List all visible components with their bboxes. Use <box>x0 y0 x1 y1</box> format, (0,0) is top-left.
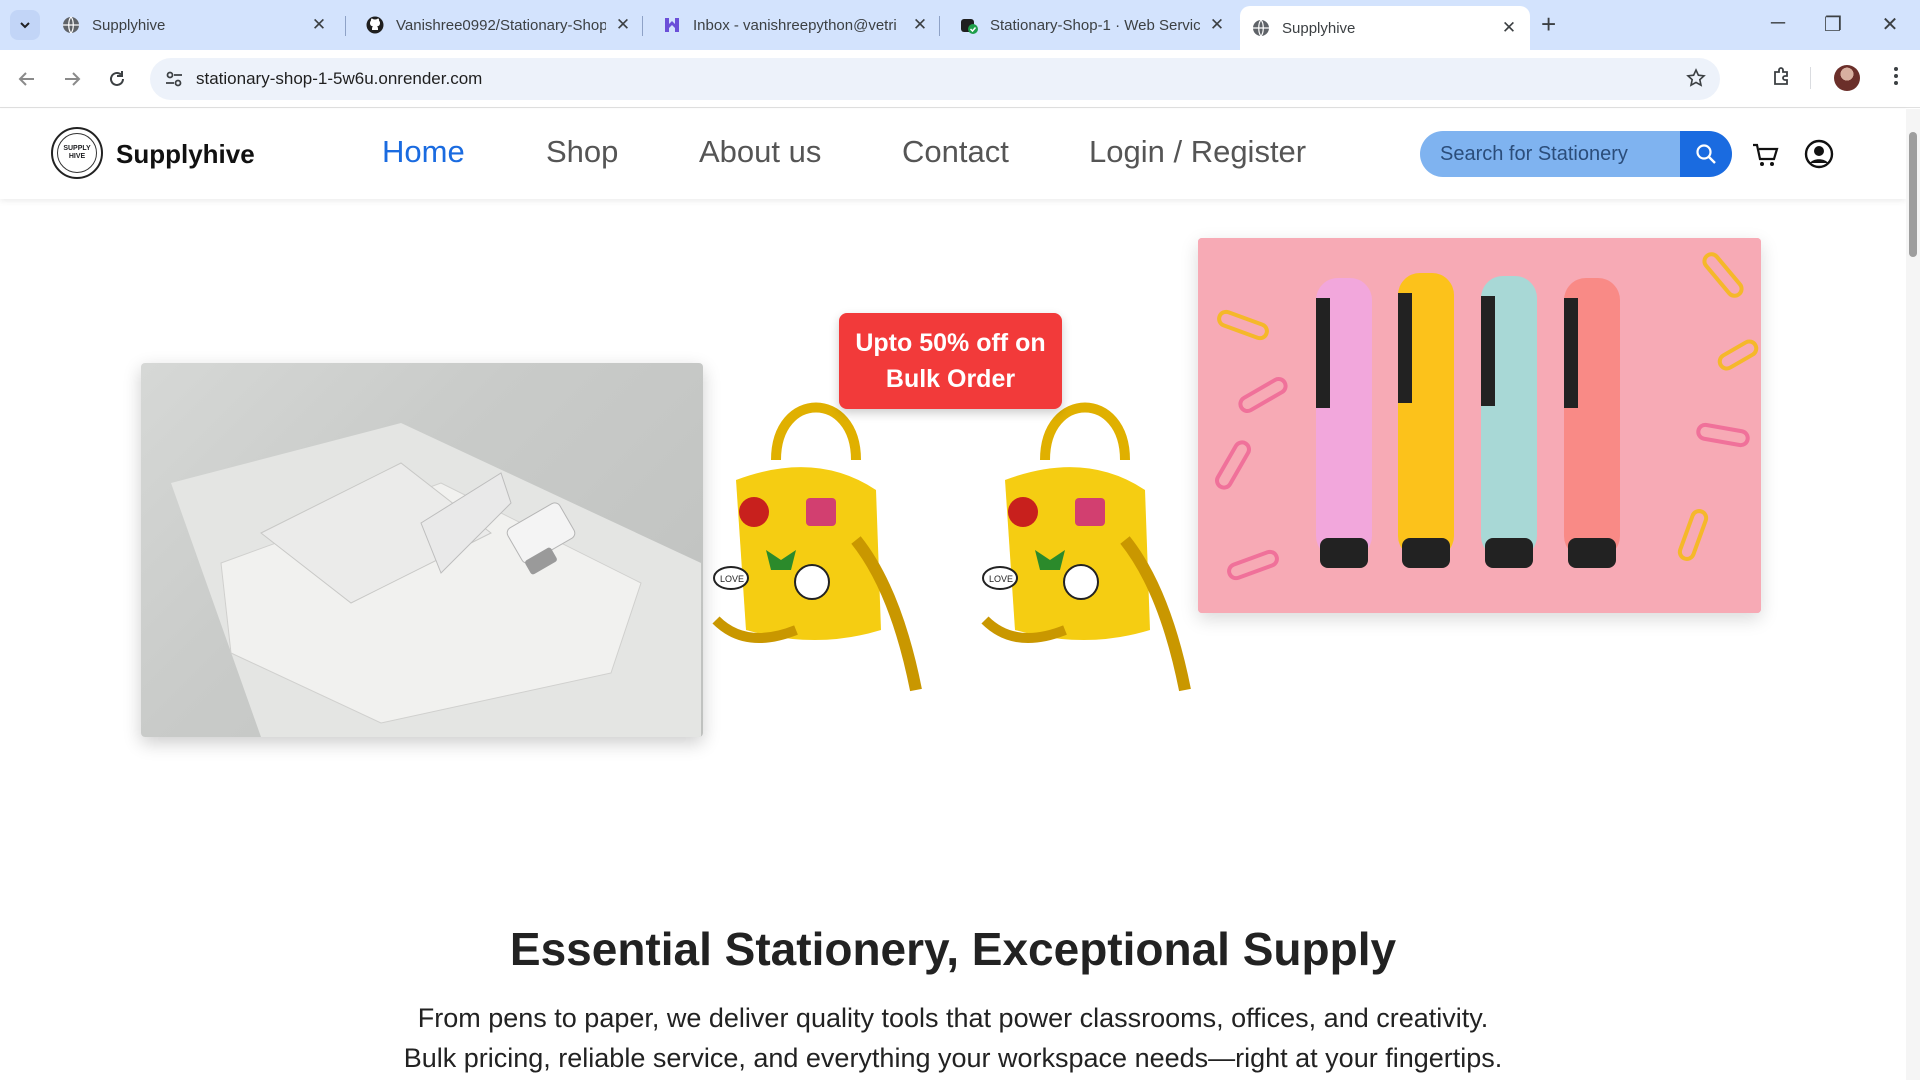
close-tab-icon[interactable]: ✕ <box>1500 18 1518 38</box>
hero-image-notebook <box>141 363 703 737</box>
close-tab-icon[interactable]: ✕ <box>911 15 929 35</box>
backpack-image: LOVE <box>975 390 1195 705</box>
render-icon <box>960 16 978 34</box>
browser-tab[interactable]: Vanishree0992/Stationary-Shop ✕ <box>354 7 644 43</box>
logo-text-top: SUPPLY <box>63 145 91 152</box>
account-icon[interactable] <box>1804 139 1834 174</box>
logo-text-bottom: HIVE <box>68 153 86 160</box>
profile-avatar[interactable] <box>1834 65 1860 91</box>
extensions-icon[interactable] <box>1771 65 1793 92</box>
browser-tab[interactable]: Stationary-Shop-1 · Web Servic ✕ <box>948 7 1238 43</box>
nav-login-register[interactable]: Login / Register <box>1089 134 1306 170</box>
nav-home[interactable]: Home <box>382 134 465 170</box>
badge-line-2: Bulk Order <box>885 365 1016 393</box>
close-window-icon[interactable]: ✕ <box>1870 12 1910 37</box>
globe-icon <box>62 16 80 34</box>
mail-icon <box>663 16 681 34</box>
nav-about[interactable]: About us <box>699 134 821 170</box>
close-tab-icon[interactable]: ✕ <box>1208 15 1226 35</box>
intro-line-2: Bulk pricing, reliable service, and ever… <box>403 1043 1503 1073</box>
search-form <box>1420 131 1732 177</box>
site-info-icon[interactable] <box>164 69 184 94</box>
close-tab-icon[interactable]: ✕ <box>310 15 328 35</box>
tab-title: Inbox - vanishreepython@vetri <box>693 16 897 34</box>
intro-line-1: From pens to paper, we deliver quality t… <box>417 1003 1489 1033</box>
search-icon <box>1696 144 1716 164</box>
cart-icon[interactable] <box>1751 141 1779 174</box>
site-logo[interactable]: SUPPLY HIVE <box>51 127 103 179</box>
forward-icon[interactable] <box>57 64 87 94</box>
bag-sticker-text: LOVE <box>989 574 1013 584</box>
nav-shop[interactable]: Shop <box>546 134 618 170</box>
tab-title: Stationary-Shop-1 · Web Servic <box>990 16 1200 34</box>
scrollbar-thumb[interactable] <box>1909 132 1917 257</box>
toolbar-divider <box>1810 67 1811 89</box>
more-menu-icon[interactable] <box>1885 65 1907 92</box>
globe-icon <box>1252 19 1270 37</box>
minimize-icon[interactable]: ─ <box>1758 12 1798 35</box>
tab-title: Supplyhive <box>92 16 166 34</box>
browser-tab[interactable]: Inbox - vanishreepython@vetri ✕ <box>651 7 941 43</box>
restore-icon[interactable]: ❐ <box>1813 12 1853 37</box>
tab-divider <box>642 16 643 36</box>
nav-contact[interactable]: Contact <box>902 134 1009 170</box>
reload-icon[interactable] <box>102 64 132 94</box>
tab-search-button[interactable] <box>10 10 40 40</box>
back-icon[interactable] <box>12 64 42 94</box>
bookmark-star-icon[interactable] <box>1686 68 1706 93</box>
tab-title: Vanishree0992/Stationary-Shop <box>396 16 606 34</box>
site-header: SUPPLY HIVE Supplyhive Home Shop About us… <box>0 109 1906 199</box>
search-input[interactable] <box>1420 131 1690 177</box>
close-tab-icon[interactable]: ✕ <box>614 15 632 35</box>
github-icon <box>366 16 384 34</box>
tab-strip: Supplyhive ✕ Vanishree0992/Stationary-Sh… <box>0 0 1920 50</box>
browser-tab[interactable]: Supplyhive ✕ <box>50 7 340 43</box>
bag-sticker-text: LOVE <box>720 574 744 584</box>
search-button[interactable] <box>1680 131 1732 177</box>
badge-line-1: Upto 50% off on <box>855 329 1046 357</box>
tab-divider <box>939 16 940 36</box>
backpack-image: LOVE <box>706 390 926 705</box>
browser-toolbar: stationary-shop-1-5w6u.onrender.com <box>0 50 1920 108</box>
brand-name[interactable]: Supplyhive <box>116 139 255 170</box>
logo-mark: SUPPLY HIVE <box>57 133 97 173</box>
tab-title: Supplyhive <box>1282 19 1356 37</box>
bulk-offer-badge: Upto 50% off on Bulk Order <box>839 313 1062 409</box>
address-bar[interactable]: stationary-shop-1-5w6u.onrender.com <box>150 58 1720 100</box>
browser-tab-active[interactable]: Supplyhive ✕ <box>1240 6 1530 50</box>
chevron-down-icon <box>20 22 30 29</box>
hero-image-highlighters <box>1198 238 1761 613</box>
new-tab-icon[interactable]: + <box>1541 11 1556 37</box>
page-headline: Essential Stationery, Exceptional Supply <box>509 923 1397 975</box>
tab-divider <box>345 16 346 36</box>
url-text[interactable]: stationary-shop-1-5w6u.onrender.com <box>196 69 482 89</box>
